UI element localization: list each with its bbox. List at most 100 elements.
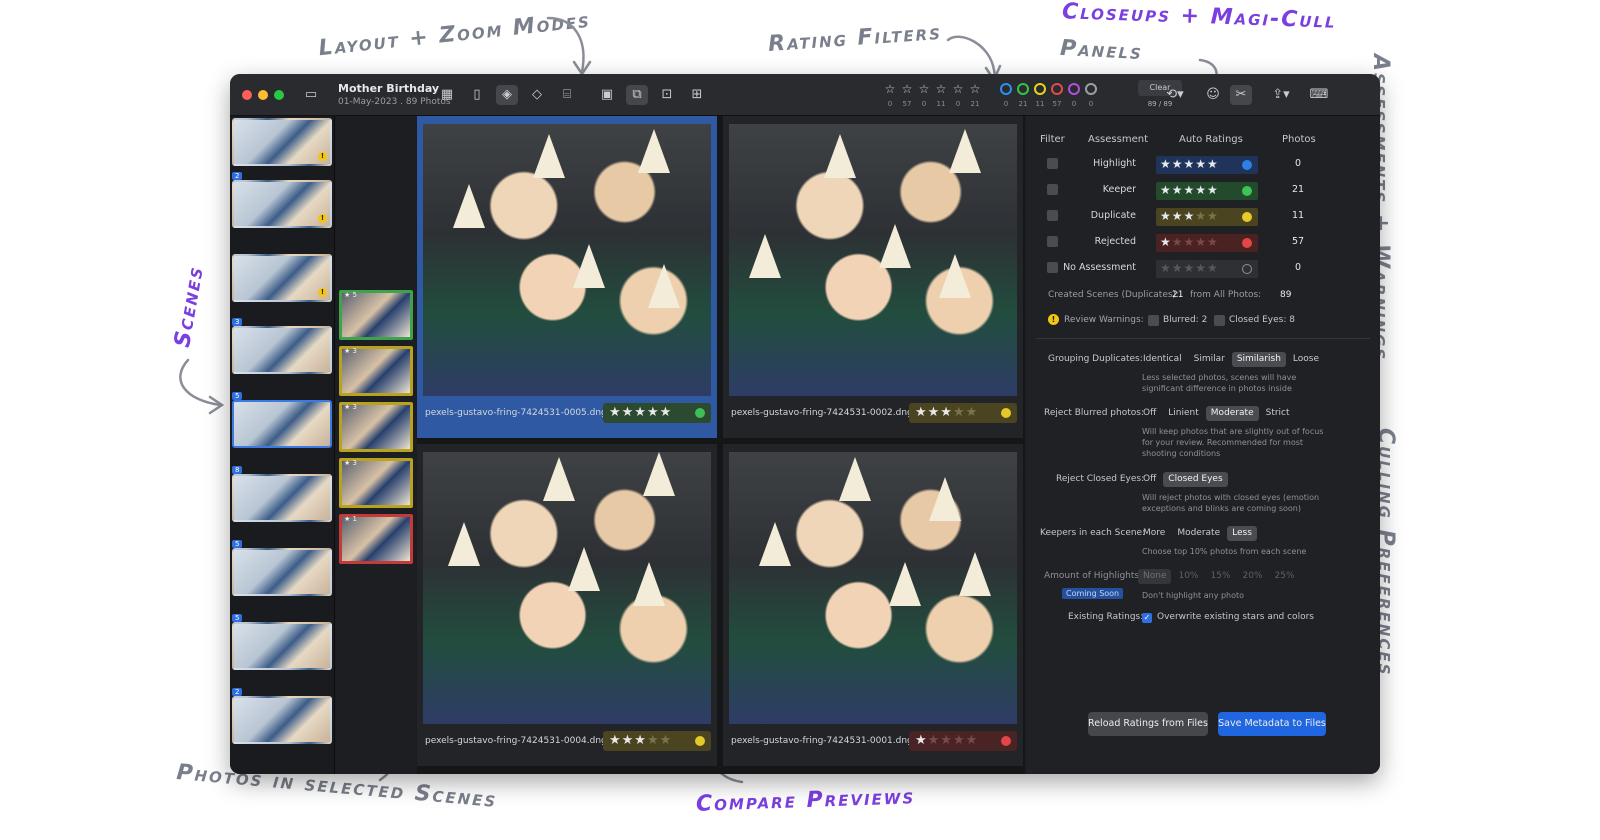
option-strict[interactable]: Strict bbox=[1261, 406, 1295, 421]
compare-cell[interactable]: pexels-gustavo-fring-7424531-0001.dng ★★… bbox=[723, 444, 1023, 766]
photo-rating[interactable]: ★★★★★ bbox=[909, 731, 1017, 751]
scene-thumbnail[interactable]: 5 bbox=[232, 614, 332, 670]
photo-thumbnail[interactable]: ★ 5 bbox=[339, 290, 413, 340]
grouping-help: Less selected photos, scenes will have s… bbox=[1142, 373, 1297, 393]
cylinder-view-icon[interactable]: ⌸ bbox=[556, 85, 578, 105]
scene-thumbnail[interactable]: 5 bbox=[232, 540, 332, 596]
star-filter-5-icon[interactable]: ☆ bbox=[968, 82, 982, 96]
layers-view-icon[interactable]: ◇ bbox=[526, 85, 548, 105]
sidebar-toggle-icon[interactable]: ▭ bbox=[300, 85, 322, 105]
photo-rating-badge: ★ 3 bbox=[344, 347, 357, 355]
photo-rating[interactable]: ★★★★★ bbox=[603, 403, 711, 423]
scene-thumbnail[interactable]: ! bbox=[232, 254, 332, 302]
option-less[interactable]: Less bbox=[1227, 526, 1257, 541]
photo-thumbnail[interactable]: ★ 1 bbox=[339, 514, 413, 564]
compare-view-icon[interactable]: ⧉ bbox=[626, 85, 648, 105]
stack-view-icon[interactable]: ◈ bbox=[496, 85, 518, 105]
option-off[interactable]: Off bbox=[1138, 406, 1161, 421]
photo-thumbnail[interactable]: ★ 3 bbox=[339, 402, 413, 452]
auto-rating[interactable]: ★★★★★ bbox=[1156, 208, 1258, 226]
save-metadata-button[interactable]: Save Metadata to Files bbox=[1218, 712, 1326, 736]
arrow-layout bbox=[546, 16, 585, 74]
history-icon[interactable]: ⟲▾ bbox=[1160, 85, 1190, 105]
auto-rating[interactable]: ★★★★★ bbox=[1156, 260, 1258, 278]
star-filter-3-icon[interactable]: ☆ bbox=[934, 82, 948, 96]
option-loose[interactable]: Loose bbox=[1288, 352, 1324, 367]
warning-icon: ! bbox=[318, 152, 327, 161]
scene-count-badge: 2 bbox=[232, 172, 243, 180]
scene-thumbnail[interactable]: ! bbox=[232, 118, 332, 166]
maximize-window-button[interactable] bbox=[274, 90, 284, 100]
photo-preview bbox=[423, 124, 711, 396]
overwrite-checkbox[interactable]: ✓ bbox=[1142, 613, 1152, 623]
color-filter-red[interactable] bbox=[1051, 83, 1063, 95]
compare-cell[interactable]: pexels-gustavo-fring-7424531-0002.dng ★★… bbox=[723, 116, 1023, 438]
single-view-icon[interactable]: ▯ bbox=[466, 85, 488, 105]
scene-thumbnail[interactable]: 2! bbox=[232, 172, 332, 228]
created-scenes-label: Created Scenes (Duplicates): bbox=[1048, 290, 1180, 300]
grid-view-icon[interactable]: ▦ bbox=[436, 85, 458, 105]
existing-ratings-label: Existing Ratings: bbox=[1068, 612, 1144, 622]
scene-thumbnail[interactable]: 2 bbox=[232, 688, 332, 744]
close-window-button[interactable] bbox=[242, 90, 252, 100]
scene-thumbnail[interactable]: 5 bbox=[232, 392, 332, 448]
scene-count-badge: 3 bbox=[232, 318, 243, 326]
color-count: 21 bbox=[1018, 100, 1028, 108]
star-filter-0-icon[interactable]: ☆ bbox=[883, 82, 897, 96]
option-moderate[interactable]: Moderate bbox=[1205, 406, 1259, 421]
star-filter-1-icon[interactable]: ☆ bbox=[900, 82, 914, 96]
fit-view-icon[interactable]: ⊞ bbox=[686, 85, 708, 105]
assessment-label: Duplicate bbox=[1090, 210, 1136, 221]
scene-thumbnail[interactable]: 8 bbox=[232, 466, 332, 522]
minimize-window-button[interactable] bbox=[258, 90, 268, 100]
photo-rating[interactable]: ★★★★★ bbox=[603, 731, 711, 751]
app-window: ▭ Mother Birthday 01-May-2023 . 89 Photo… bbox=[230, 74, 1380, 774]
image-view-icon[interactable]: ▣ bbox=[596, 85, 618, 105]
option-similar[interactable]: Similar bbox=[1189, 352, 1230, 367]
color-label-dot bbox=[695, 408, 705, 418]
blur-label: Reject Blurred photos: bbox=[1044, 408, 1144, 418]
photo-rating-badge: ★ 5 bbox=[344, 291, 357, 299]
photo-thumbnail[interactable]: ★ 3 bbox=[339, 458, 413, 508]
closed-eyes-checkbox[interactable] bbox=[1214, 315, 1225, 326]
color-filter-yellow[interactable] bbox=[1034, 83, 1046, 95]
color-filter-green[interactable] bbox=[1017, 83, 1029, 95]
compare-cell[interactable]: pexels-gustavo-fring-7424531-0005.dng ★★… bbox=[417, 116, 717, 438]
closeups-face-icon[interactable]: ☺ bbox=[1202, 85, 1224, 105]
assessment-row-duplicate: Duplicate ★★★★★ 11 bbox=[1026, 208, 1380, 230]
star-count: 0 bbox=[887, 100, 893, 108]
option-closed-eyes[interactable]: Closed Eyes bbox=[1163, 472, 1228, 487]
photo-preview bbox=[423, 452, 711, 724]
auto-rating[interactable]: ★★★★★ bbox=[1156, 182, 1258, 200]
auto-rating[interactable]: ★★★★★ bbox=[1156, 234, 1258, 252]
option-moderate[interactable]: Moderate bbox=[1172, 526, 1225, 541]
share-icon[interactable]: ⇪▾ bbox=[1266, 85, 1296, 105]
from-photos-value: 89 bbox=[1280, 290, 1292, 300]
option-off[interactable]: Off bbox=[1138, 472, 1161, 487]
photo-rating[interactable]: ★★★★★ bbox=[909, 403, 1017, 423]
keyboard-icon[interactable]: ⌨ bbox=[1308, 85, 1330, 105]
star-count: 21 bbox=[970, 100, 980, 108]
blurred-checkbox[interactable] bbox=[1148, 315, 1159, 326]
star-filter-4-icon[interactable]: ☆ bbox=[951, 82, 965, 96]
assessment-row-highlight: Highlight ★★★★★ 0 bbox=[1026, 156, 1380, 178]
option-identical[interactable]: Identical bbox=[1138, 352, 1187, 367]
option-linient[interactable]: Linient bbox=[1163, 406, 1204, 421]
color-filter-purple[interactable] bbox=[1068, 83, 1080, 95]
option-similarish[interactable]: Similarish bbox=[1231, 352, 1286, 367]
color-filter-none[interactable] bbox=[1085, 83, 1097, 95]
auto-rating[interactable]: ★★★★★ bbox=[1156, 156, 1258, 174]
photo-rating-badge: ★ 3 bbox=[344, 459, 357, 467]
reload-ratings-button[interactable]: Reload Ratings from Files bbox=[1088, 712, 1208, 736]
option-15: 15% bbox=[1210, 571, 1231, 581]
scene-thumbnail[interactable]: 3 bbox=[232, 318, 332, 374]
star-filter-2-icon[interactable]: ☆ bbox=[917, 82, 931, 96]
color-count: 0 bbox=[1088, 100, 1094, 108]
compare-cell[interactable]: pexels-gustavo-fring-7424531-0004.dng ★★… bbox=[417, 444, 717, 766]
color-filter-blue[interactable] bbox=[1000, 83, 1012, 95]
option-more[interactable]: More bbox=[1138, 526, 1170, 541]
magi-cull-scissors-icon[interactable]: ✂ bbox=[1230, 85, 1252, 105]
zoom-face-icon[interactable]: ⊡ bbox=[656, 85, 678, 105]
photo-thumbnail[interactable]: ★ 3 bbox=[339, 346, 413, 396]
color-label-dot bbox=[695, 736, 705, 746]
